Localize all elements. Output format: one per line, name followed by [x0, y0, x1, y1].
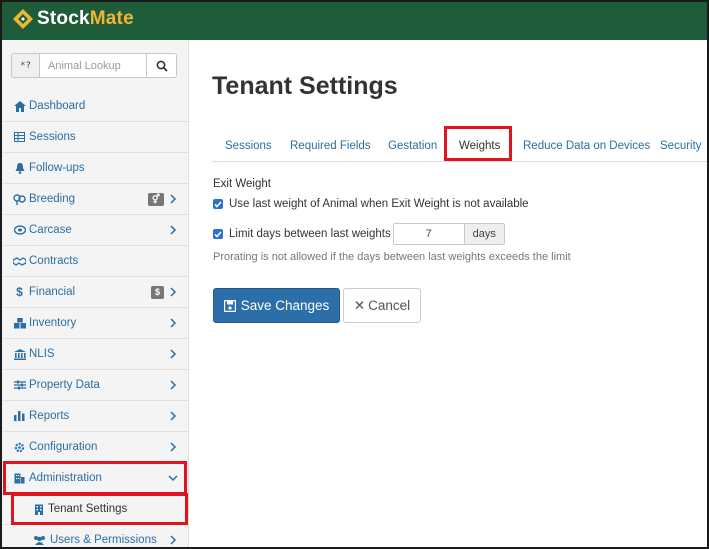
tab-sessions[interactable]: Sessions: [225, 140, 272, 152]
animal-lookup-input[interactable]: [39, 53, 147, 78]
prorating-help-text: Prorating is not allowed if the days bet…: [213, 251, 571, 263]
sidebar-item-inventory[interactable]: Inventory: [2, 308, 188, 339]
sidebar-item-label: Reports: [29, 410, 70, 422]
search-icon: [156, 60, 168, 72]
sidebar-item-label: Property Data: [29, 379, 100, 391]
boxes-icon: [13, 317, 26, 330]
page-title: Tenant Settings: [212, 72, 398, 100]
chevron-right-icon: [170, 225, 177, 235]
sidebar-item-label: NLIS: [29, 348, 55, 360]
days-addon: days: [464, 223, 505, 245]
sidebar-item-label: Configuration: [29, 441, 98, 453]
use-last-weight-label: Use last weight of Animal when Exit Weig…: [229, 198, 529, 210]
bar-chart-icon: [13, 410, 26, 423]
chevron-right-icon: [170, 411, 177, 421]
limit-days-checkbox[interactable]: [213, 229, 223, 239]
check-icon: [214, 230, 222, 238]
table-icon: [13, 131, 26, 144]
search-button[interactable]: [147, 53, 177, 78]
building-icon: [32, 503, 45, 516]
sidebar-subitem-tenant-settings[interactable]: Tenant Settings: [2, 494, 188, 525]
sidebar-item-carcase[interactable]: Carcase: [2, 215, 188, 246]
main-content: Tenant Settings Sessions Required Fields…: [190, 40, 707, 547]
sidebar-subitem-label: Tenant Settings: [48, 503, 128, 515]
chevron-right-icon: [170, 318, 177, 328]
chevron-down-icon: [168, 475, 178, 482]
handshake-icon: [13, 255, 26, 268]
sidebar-item-follow-ups[interactable]: Follow-ups: [2, 153, 188, 184]
sidebar-item-label: Inventory: [29, 317, 77, 329]
close-icon: ✕: [353, 297, 366, 313]
sidebar-item-label: Administration: [29, 472, 102, 484]
limit-days-row: Limit days between last weights 7 days: [213, 223, 505, 245]
sidebar-item-label: Contracts: [29, 255, 79, 267]
sidebar-item-configuration[interactable]: Configuration: [2, 432, 188, 463]
carcase-icon: [13, 224, 26, 237]
tab-security[interactable]: Security: [660, 140, 702, 152]
sidebar-item-contracts[interactable]: Contracts: [2, 246, 188, 277]
sliders-icon: [13, 379, 26, 392]
chevron-right-icon: [170, 349, 177, 359]
sidebar-item-property-data[interactable]: Property Data: [2, 370, 188, 401]
gear-icon: [13, 441, 26, 454]
chevron-right-icon: [170, 442, 177, 452]
chevron-right-icon: [170, 380, 177, 390]
dollar-icon: $: [16, 285, 23, 299]
brand-logo[interactable]: StockMate: [12, 7, 134, 31]
wildcard-prefix[interactable]: *?: [11, 53, 39, 78]
sidebar-item-label: Sessions: [29, 131, 76, 143]
chevron-right-icon: [170, 535, 177, 545]
sidebar-subitem-label: Users & Permissions: [50, 534, 157, 546]
sidebar-item-label: Financial: [29, 286, 76, 298]
animal-lookup: *?: [11, 53, 177, 78]
sidebar-item-label: Follow-ups: [29, 162, 85, 174]
cancel-button[interactable]: ✕ Cancel: [343, 288, 421, 323]
use-last-weight-row[interactable]: Use last weight of Animal when Exit Weig…: [213, 198, 529, 210]
sidebar: *? Dashboard Sessions Follow-ups Breedin…: [2, 40, 189, 547]
tab-reduce-data-on-devices[interactable]: Reduce Data on Devices: [523, 140, 650, 152]
home-icon: [13, 100, 26, 113]
save-changes-button[interactable]: Save Changes: [213, 288, 340, 323]
tab-gestation[interactable]: Gestation: [388, 140, 437, 152]
sidebar-item-financial[interactable]: $ Financial $: [2, 277, 188, 308]
sidebar-item-dashboard[interactable]: Dashboard: [2, 91, 188, 122]
floppy-disk-icon: [223, 299, 236, 312]
settings-tabs: Sessions Required Fields Gestation Weigh…: [212, 126, 707, 162]
sidebar-item-label: Dashboard: [29, 100, 86, 112]
sidebar-item-nlis[interactable]: NLIS: [2, 339, 188, 370]
limit-days-label: Limit days between last weights: [229, 228, 391, 240]
cancel-label: Cancel: [368, 298, 411, 313]
sidebar-nav: Dashboard Sessions Follow-ups Breeding ⚥…: [2, 91, 188, 547]
app-window: StockMate *? Dashboard Sessions Follow-u…: [0, 0, 709, 549]
sidebar-item-administration[interactable]: Administration: [2, 463, 188, 494]
sidebar-item-sessions[interactable]: Sessions: [2, 122, 188, 153]
days-input[interactable]: 7: [392, 223, 465, 245]
exit-weight-heading: Exit Weight: [213, 178, 271, 190]
breeding-icon: [13, 193, 26, 206]
tab-weights[interactable]: Weights: [459, 140, 500, 152]
sidebar-item-reports[interactable]: Reports: [2, 401, 188, 432]
sidebar-subitem-users-permissions[interactable]: Users & Permissions: [2, 525, 188, 547]
logo-mark-icon: [13, 9, 33, 29]
bank-icon: [13, 348, 26, 361]
tab-required-fields[interactable]: Required Fields: [290, 140, 371, 152]
financial-badge: $: [150, 286, 164, 299]
users-icon: [32, 534, 47, 547]
sidebar-item-label: Carcase: [29, 224, 72, 236]
check-icon: [214, 200, 222, 208]
chevron-right-icon: [170, 194, 177, 204]
brand-name: StockMate: [37, 8, 134, 29]
save-changes-label: Save Changes: [240, 298, 330, 313]
bell-icon: [13, 162, 26, 175]
chevron-right-icon: [170, 287, 177, 297]
sidebar-item-breeding[interactable]: Breeding ⚥: [2, 184, 188, 215]
breeding-badge: ⚥: [147, 193, 164, 206]
top-bar: StockMate: [2, 2, 707, 40]
building-icon: [13, 472, 26, 485]
use-last-weight-checkbox[interactable]: [213, 199, 223, 209]
sidebar-item-label: Breeding: [29, 193, 76, 205]
